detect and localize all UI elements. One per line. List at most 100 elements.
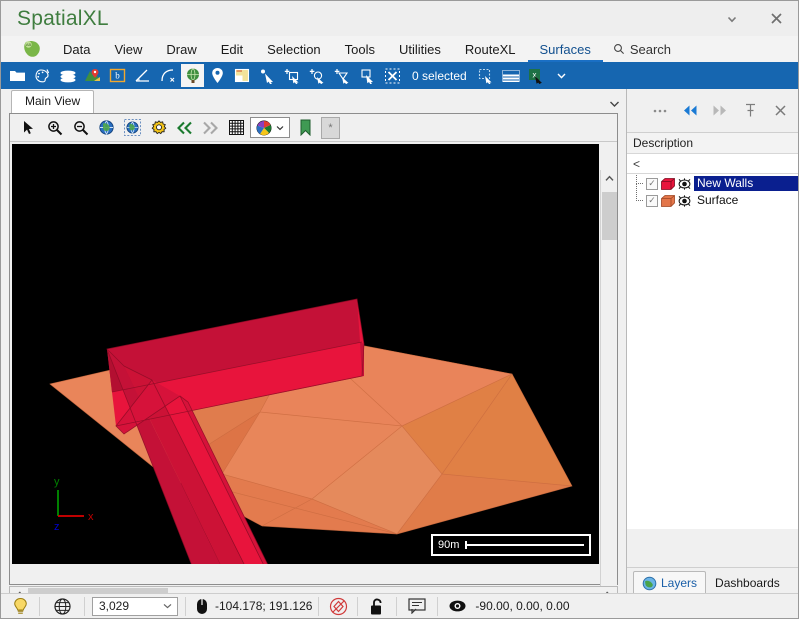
description-column-header[interactable]: Description	[627, 133, 798, 154]
layer-type-solid-icon	[661, 177, 675, 190]
view-settings-gear-icon[interactable]	[146, 116, 171, 140]
select-rect-add-icon[interactable]	[281, 64, 304, 87]
canvas-3d-view[interactable]: y x z 90m	[12, 144, 599, 564]
page-note-icon[interactable]	[231, 64, 254, 87]
zoom-in-icon[interactable]	[42, 116, 67, 140]
document-tabstrip: Main View	[1, 89, 626, 113]
excel-export-icon[interactable]: x	[525, 64, 548, 87]
svg-text:AB: AB	[25, 42, 31, 47]
application-window: SpatialXL AB Data View Draw Edit Selecti…	[0, 0, 799, 619]
select-rect-remove-icon[interactable]	[356, 64, 379, 87]
scene-3d: y x z	[49, 298, 573, 564]
search-icon	[613, 44, 624, 54]
next-view-icon[interactable]	[198, 116, 223, 140]
globe-view-icon[interactable]	[181, 64, 204, 87]
curve-tool-icon[interactable]	[156, 64, 179, 87]
menu-item-tools[interactable]: Tools	[333, 37, 387, 62]
more-options-icon[interactable]: *	[321, 116, 340, 139]
app-logo-button[interactable]: AB	[13, 37, 51, 61]
collapse-left-icon[interactable]	[676, 97, 704, 125]
clear-selection-icon[interactable]	[381, 64, 404, 87]
layer-visibility-checkbox[interactable]: ✓	[646, 177, 658, 190]
search-button[interactable]: Search	[603, 37, 681, 62]
tab-main-view[interactable]: Main View	[11, 90, 95, 113]
globe-africa-icon: AB	[23, 40, 40, 57]
layers-tree: ✓ New Walls ✓ Surface	[627, 174, 798, 529]
tab-dashboards[interactable]: Dashboards	[706, 571, 789, 594]
minimize-button[interactable]	[710, 2, 754, 36]
snap-warning-icon	[329, 597, 348, 615]
menu-item-surfaces[interactable]: Surfaces	[528, 37, 603, 62]
menu-item-view[interactable]: View	[102, 37, 154, 62]
arrow-select-icon[interactable]	[16, 116, 41, 140]
chevron-down-icon	[727, 16, 737, 22]
menu-item-edit[interactable]: Edit	[209, 37, 255, 62]
status-bar: 3,029 -104.178; 191.126 -90.00, 0.00, 0.…	[1, 593, 798, 618]
previous-view-icon[interactable]	[172, 116, 197, 140]
layer-render-eye-icon[interactable]	[677, 194, 692, 207]
scale-combobox[interactable]: 3,029	[92, 596, 178, 616]
open-folder-icon[interactable]	[6, 64, 29, 87]
layer-row-new-walls[interactable]: ✓ New Walls	[627, 175, 798, 192]
copy-selection-icon[interactable]	[475, 64, 498, 87]
tree-filter-row[interactable]: <	[627, 154, 798, 174]
menu-item-data[interactable]: Data	[51, 37, 102, 62]
more-options-icon[interactable]	[646, 97, 674, 125]
snap-button[interactable]	[319, 594, 357, 619]
axis-label-x: x	[88, 511, 94, 523]
globe-wire-button[interactable]	[40, 594, 84, 619]
palette-pin-icon[interactable]	[31, 64, 54, 87]
layer-visibility-checkbox[interactable]: ✓	[646, 194, 658, 207]
map-pin-image-icon[interactable]	[81, 64, 104, 87]
location-pin-icon[interactable]	[206, 64, 229, 87]
ribbon-overflow-icon[interactable]	[550, 64, 573, 87]
grid-icon[interactable]	[224, 116, 249, 140]
layer-name: New Walls	[694, 176, 798, 191]
mouse-icon	[197, 598, 207, 614]
eye-icon	[449, 600, 466, 612]
menu-item-utilities[interactable]: Utilities	[387, 37, 453, 62]
measure-angle-icon[interactable]	[131, 64, 154, 87]
dock-header	[627, 89, 798, 133]
axis-label-y: y	[54, 476, 60, 488]
lightbulb-icon	[13, 597, 27, 614]
axis-triad: y x z	[54, 476, 94, 533]
select-point-icon[interactable]	[256, 64, 279, 87]
close-icon[interactable]	[766, 97, 794, 125]
cursor-coordinates-cell: -104.178; 191.126	[186, 594, 318, 619]
layer-render-eye-icon[interactable]	[677, 177, 692, 190]
cursor-coordinates: -104.178; 191.126	[215, 599, 313, 613]
lock-button[interactable]	[358, 594, 396, 619]
bookmark-icon[interactable]	[293, 116, 318, 140]
zoom-out-icon[interactable]	[68, 116, 93, 140]
zoom-selection-globe-icon[interactable]	[120, 116, 145, 140]
view-toolbar: *	[10, 114, 617, 142]
zoom-extents-globe-icon[interactable]	[94, 116, 119, 140]
scroll-up-icon[interactable]	[601, 170, 618, 187]
select-circle-add-icon[interactable]	[306, 64, 329, 87]
window-controls	[710, 1, 798, 36]
scale-combobox-cell: 3,029	[85, 594, 185, 619]
scale-bar-line	[465, 541, 584, 549]
lightbulb-button[interactable]	[1, 594, 39, 619]
canvas-wrapper: y x z 90m	[10, 142, 617, 612]
select-lasso-add-icon[interactable]	[331, 64, 354, 87]
vertical-scroll-thumb[interactable]	[602, 192, 617, 240]
menu-item-selection[interactable]: Selection	[255, 37, 332, 62]
message-button[interactable]	[397, 594, 437, 619]
boundary-box-icon[interactable]: b	[106, 64, 129, 87]
table-view-icon[interactable]	[500, 64, 523, 87]
layer-row-surface[interactable]: ✓ Surface	[627, 184, 798, 209]
color-palette-button[interactable]	[250, 117, 290, 138]
app-title: SpatialXL	[17, 6, 109, 30]
expand-right-icon[interactable]	[706, 97, 734, 125]
tab-overflow-chevron-down-icon[interactable]	[609, 100, 620, 111]
selection-status-label: 0 selected	[412, 68, 467, 83]
canvas-vertical-scrollbar[interactable]	[600, 170, 617, 612]
tab-layers[interactable]: Layers	[633, 571, 707, 594]
layers-stack-icon[interactable]	[56, 64, 79, 87]
close-button[interactable]	[754, 2, 798, 36]
pin-icon[interactable]	[736, 97, 764, 125]
menu-item-draw[interactable]: Draw	[154, 37, 208, 62]
menu-item-routexl[interactable]: RouteXL	[453, 37, 528, 62]
